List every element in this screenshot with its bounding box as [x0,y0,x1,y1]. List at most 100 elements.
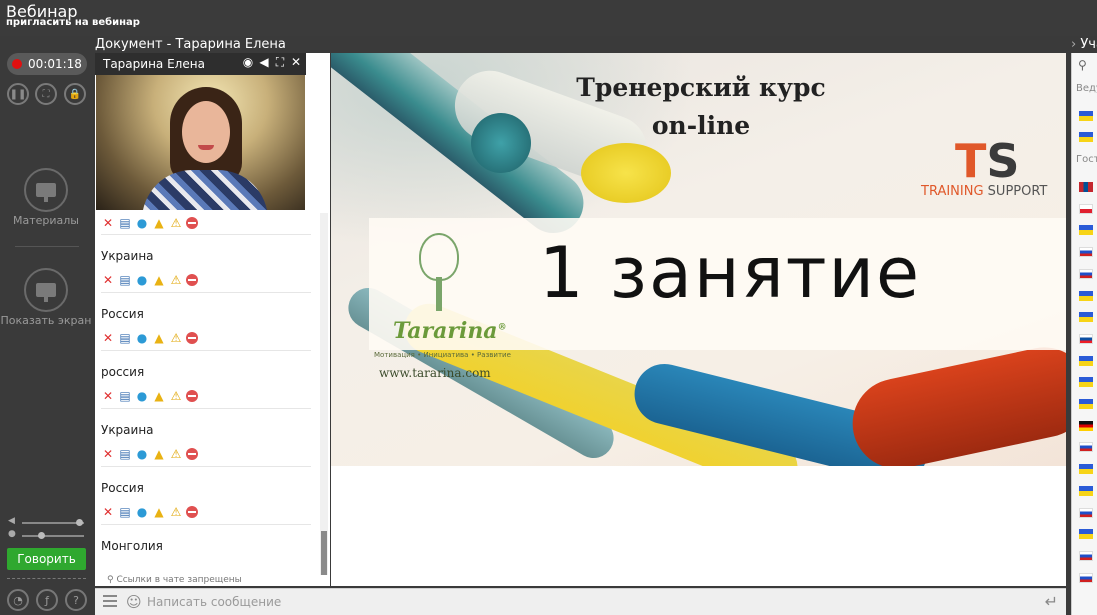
ban-icon[interactable] [186,332,198,344]
flag-ua-icon[interactable] [1079,377,1093,388]
slider-handle[interactable] [76,519,83,526]
ban-icon[interactable] [186,390,198,402]
bell-icon[interactable]: ▲ [152,331,166,345]
mic-volume-slider[interactable]: ● [8,529,86,541]
flag-ua-icon[interactable] [1079,290,1093,301]
message-bar: ☺ ↵ [95,588,1066,615]
send-icon[interactable]: ↵ [1045,592,1058,611]
menu-icon[interactable] [103,595,117,607]
ban-icon[interactable] [186,448,198,460]
bell-icon[interactable]: ▲ [152,505,166,519]
delete-icon[interactable]: ✕ [101,505,115,519]
reply-icon[interactable]: ● [135,331,149,345]
flag-de-icon[interactable] [1079,420,1093,431]
flag-ru-icon[interactable] [1079,247,1093,258]
brand-tagline: Мотивация • Инициатива • Развитие [374,351,511,359]
flag-ru-icon[interactable] [1079,572,1093,583]
bell-icon[interactable]: ▲ [152,447,166,461]
delete-icon[interactable]: ✕ [101,273,115,287]
bell-icon[interactable]: ▲ [152,216,166,230]
flag-ua-icon[interactable] [1079,399,1093,409]
delete-icon[interactable]: ✕ [101,331,115,345]
pause-icon[interactable]: ❚❚ [7,83,29,105]
recording-timer[interactable]: 00:01:18 [7,53,87,75]
microphone-icon: ● [8,529,16,539]
delete-icon[interactable]: ✕ [101,447,115,461]
share-screen-button[interactable] [24,268,68,312]
copy-icon[interactable]: ▤ [118,216,132,230]
speaker-volume-slider[interactable]: ◀ [8,516,86,528]
warning-icon[interactable]: ⚠ [169,389,183,403]
help-icon[interactable]: ? [65,589,87,611]
chat-message-text: Россия [101,307,144,321]
copy-icon[interactable]: ▤ [118,389,132,403]
participants-header[interactable]: › Уча [1071,37,1097,52]
slider-handle[interactable] [38,532,45,539]
materials-button[interactable] [24,168,68,212]
webcam-video [96,75,305,210]
copy-icon[interactable]: ▤ [118,331,132,345]
fullscreen-icon[interactable]: ⛶ [35,83,57,105]
reply-icon[interactable]: ● [135,447,149,461]
flag-ua-icon[interactable] [1079,111,1093,121]
flag-mn-icon[interactable] [1079,182,1093,192]
flag-ru-icon[interactable] [1079,507,1093,518]
invite-link[interactable]: пригласить на вебинар [6,17,140,28]
volume-icon[interactable]: ◀ [258,55,270,70]
flag-ua-icon[interactable] [1079,355,1093,366]
reply-icon[interactable]: ● [135,216,149,230]
bell-icon[interactable]: ▲ [152,389,166,403]
scrollbar-thumb[interactable] [321,531,327,575]
message-actions: ✕ ▤ ● ▲ ⚠ [101,216,198,230]
warning-icon[interactable]: ⚠ [169,331,183,345]
flag-ru-icon[interactable] [1079,550,1093,561]
lock-icon[interactable]: 🔒 [64,83,86,105]
webcam-settings-icon[interactable]: ◉ [242,55,254,70]
chat-message-text: Россия [101,481,144,495]
chat-scrollbar[interactable] [320,213,328,575]
bell-icon[interactable]: ▲ [152,273,166,287]
emoji-icon[interactable]: ☺ [126,593,142,611]
talk-button[interactable]: Говорить [7,548,86,570]
warning-icon[interactable]: ⚠ [169,216,183,230]
speedometer-icon[interactable]: ◔ [7,589,29,611]
copy-icon[interactable]: ▤ [118,273,132,287]
flag-ua-icon[interactable] [1079,312,1093,323]
flag-pl-icon[interactable] [1079,203,1093,214]
message-actions: ✕ ▤ ● ▲ ⚠ [101,331,198,345]
presenter-name: Тарарина Елена [103,57,205,71]
warning-icon[interactable]: ⚠ [169,447,183,461]
reply-icon[interactable]: ● [135,505,149,519]
flag-ru-icon[interactable] [1079,268,1093,279]
copy-icon[interactable]: ▤ [118,505,132,519]
flag-ua-icon[interactable] [1079,485,1093,496]
flag-sk-icon[interactable] [1079,333,1093,344]
close-icon[interactable]: ✕ [290,55,302,70]
top-bar: Вебинар пригласить на вебинар [0,0,1097,36]
webcam-controls: ◉ ◀ ⛶ ✕ [242,55,302,70]
ban-icon[interactable] [186,506,198,518]
flag-ua-icon[interactable] [1079,529,1093,540]
flag-ua-icon[interactable] [1079,464,1093,475]
search-icon[interactable]: ⚲ [1078,58,1087,72]
delete-icon[interactable]: ✕ [101,389,115,403]
flash-icon[interactable]: ƒ [36,589,58,611]
warning-icon[interactable]: ⚠ [169,505,183,519]
message-input[interactable] [147,592,1027,612]
copy-icon[interactable]: ▤ [118,447,132,461]
reply-icon[interactable]: ● [135,389,149,403]
ban-icon[interactable] [186,217,198,229]
flag-ua-icon[interactable] [1079,132,1093,142]
expand-icon[interactable]: ⛶ [274,55,286,70]
chevron-right-icon[interactable]: › [1071,37,1080,52]
flag-ua-icon[interactable] [1079,225,1093,236]
flag-ru-icon[interactable] [1079,442,1093,453]
warning-icon[interactable]: ⚠ [169,273,183,287]
materials-label: Материалы [13,214,79,227]
links-notice: ⚲ Ссылки в чате запрещены [107,575,242,585]
ban-icon[interactable] [186,274,198,286]
chat-message-text: Украина [101,423,154,437]
reply-icon[interactable]: ● [135,273,149,287]
delete-icon[interactable]: ✕ [101,216,115,230]
chat-message-text: Украина [101,249,154,263]
